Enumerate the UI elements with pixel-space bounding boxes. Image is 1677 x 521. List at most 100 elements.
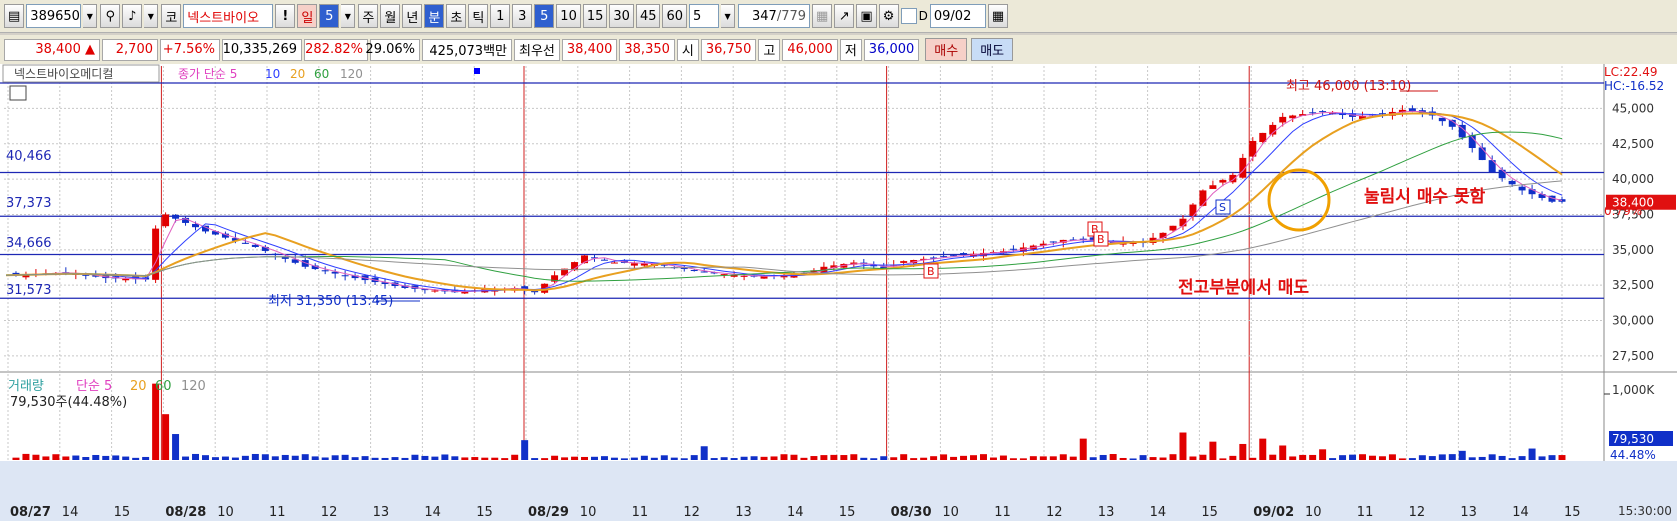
x-tick-label: 10	[580, 505, 597, 520]
volume-bar	[1538, 456, 1546, 460]
interval-15[interactable]: 15	[582, 4, 608, 28]
signal-s: S	[1219, 201, 1226, 214]
candle-body	[1169, 225, 1177, 231]
d-label: D	[918, 9, 928, 23]
search-icon[interactable]: ⚲	[100, 4, 121, 28]
period-tick[interactable]: 틱	[468, 4, 489, 28]
y-tick-label: 35,000	[1612, 243, 1654, 257]
volume-bar	[680, 458, 688, 460]
count-dropdown-icon[interactable]: ▼	[721, 4, 736, 28]
volume-bar	[32, 454, 40, 460]
volume-bar	[1089, 457, 1097, 460]
draw-tool-icon[interactable]: ↗	[834, 4, 855, 28]
stock-chart[interactable]: 08/27 14 15 08/28 10 11 12 13 14 15 08/29 10 11 12 13 1…	[0, 64, 1677, 521]
volume-bar	[1378, 456, 1386, 460]
candle-body	[610, 262, 618, 264]
volume-bar	[461, 457, 469, 460]
save-icon[interactable]: ▣	[856, 4, 877, 28]
high-price: 46,000	[782, 38, 838, 61]
volume-bar	[1428, 456, 1436, 460]
buy-button[interactable]: 매수	[925, 38, 968, 61]
market-button[interactable]: 코	[161, 4, 182, 28]
candle-body	[1478, 147, 1486, 161]
period-month[interactable]: 월	[380, 4, 401, 28]
layout-icon[interactable]: ▤	[4, 4, 25, 28]
volume-bar	[102, 455, 110, 460]
fit-icon[interactable]: ▦	[812, 4, 833, 28]
x-tick-label: 14	[424, 505, 441, 520]
candle-body	[271, 253, 279, 255]
interval-5[interactable]: 5	[534, 4, 555, 28]
volume-bar	[730, 458, 738, 460]
signal-b3: B	[927, 265, 935, 278]
legend-ma-label: 종가 단순 5	[178, 67, 237, 81]
period-day[interactable]: 일	[297, 4, 318, 28]
volume-tick: 1,000K	[1612, 383, 1655, 397]
volume-bar	[421, 455, 429, 460]
alert-button[interactable]: !	[275, 4, 296, 28]
volume-bar	[700, 446, 708, 460]
speaker-icon[interactable]: ♪	[122, 4, 143, 28]
candle-body	[162, 214, 170, 227]
x-tick-label: 15	[1564, 505, 1581, 520]
candle-body	[1219, 180, 1227, 183]
volume-bar	[381, 457, 389, 460]
volume-bar	[1279, 445, 1287, 460]
sell-button[interactable]: 매도	[971, 38, 1014, 61]
x-tick-label: 08/28	[165, 505, 206, 520]
candle-body	[1438, 117, 1446, 122]
volume-bar	[471, 457, 479, 460]
interval-1[interactable]: 1	[490, 4, 511, 28]
interval-60[interactable]: 60	[662, 4, 688, 28]
stock-name-field[interactable]: 넥스트바이오	[183, 4, 274, 28]
legend-ma10: 10	[265, 67, 280, 81]
interval-45[interactable]: 45	[635, 4, 661, 28]
volume-legend-ma60: 60	[155, 379, 172, 394]
volume-bar	[630, 457, 638, 460]
x-tick-label: 10	[942, 505, 959, 520]
hline-label-2: 37,373	[6, 196, 52, 211]
volume-bar	[1498, 455, 1506, 460]
volume-bar	[182, 456, 190, 460]
date-checkbox[interactable]	[900, 8, 917, 24]
volume-bar	[1299, 454, 1307, 460]
volume-bar	[1359, 454, 1367, 460]
change-value: 2,700	[102, 38, 158, 61]
range-current: 347	[752, 8, 777, 24]
volume-bar	[1488, 454, 1496, 460]
period-count[interactable]: 5	[319, 4, 340, 28]
hline-label-3: 34,666	[6, 236, 52, 251]
volume-bar	[1239, 443, 1247, 460]
period-second[interactable]: 초	[446, 4, 467, 28]
range-field[interactable]: 347/779	[738, 4, 811, 28]
interval-3[interactable]: 3	[512, 4, 533, 28]
volume-current: 79,530주(44.48%)	[10, 395, 127, 410]
candle-body	[1159, 232, 1167, 238]
volume-bar	[301, 454, 309, 460]
period-week[interactable]: 주	[358, 4, 379, 28]
volume-bar	[281, 454, 289, 460]
code-dropdown-icon[interactable]: ▼	[83, 4, 98, 28]
volume-bar	[1229, 455, 1237, 460]
volume-bar	[1458, 450, 1466, 460]
x-tick-label: 11	[269, 505, 286, 520]
volume-legend-ma120: 120	[181, 379, 206, 394]
stock-code-input[interactable]: 389650	[26, 4, 82, 28]
gear-icon[interactable]: ⚙	[878, 4, 899, 28]
period-year[interactable]: 년	[402, 4, 423, 28]
date-input[interactable]: 09/02	[929, 4, 986, 28]
interval-10[interactable]: 10	[556, 4, 581, 28]
period-dropdown-icon[interactable]: ▼	[341, 4, 356, 28]
volume-bar	[1139, 455, 1147, 460]
candle-body	[1309, 112, 1317, 114]
data-table-icon[interactable]	[9, 85, 27, 101]
volume-bar	[870, 458, 878, 460]
calendar-icon[interactable]: ▦	[987, 4, 1009, 28]
interval-30[interactable]: 30	[609, 4, 634, 28]
count-input[interactable]: 5	[689, 4, 720, 28]
speaker-dropdown-icon[interactable]: ▼	[144, 4, 159, 28]
period-minute[interactable]: 분	[424, 4, 445, 28]
volume-bar	[72, 455, 80, 460]
volume-bar	[1099, 454, 1107, 460]
volume-bar	[1039, 456, 1047, 460]
